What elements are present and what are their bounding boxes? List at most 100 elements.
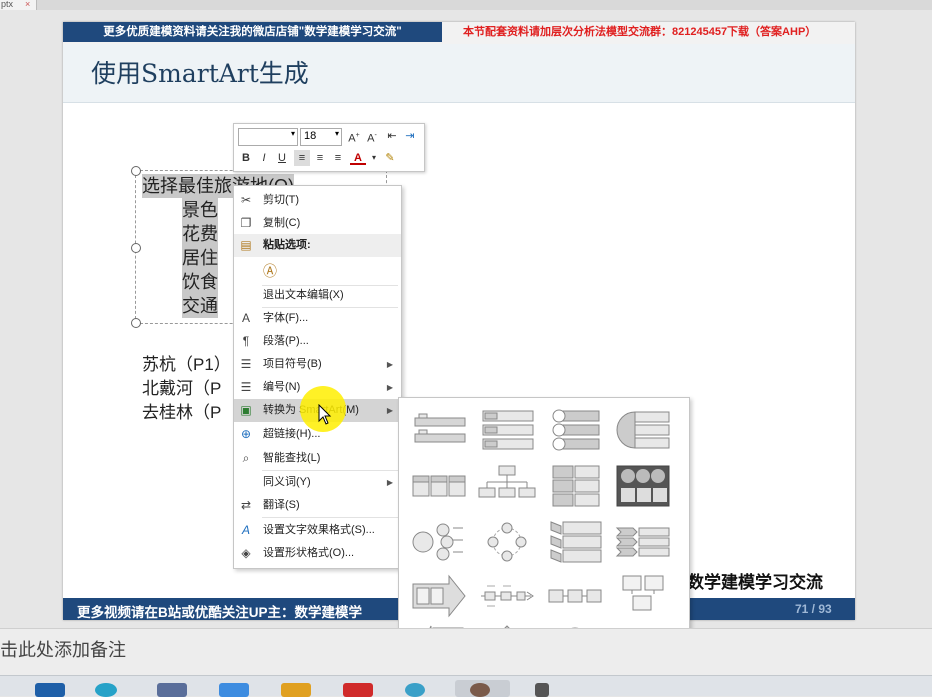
font-icon: A xyxy=(241,311,250,325)
smartart-layout-vertical-block-list-icon[interactable] xyxy=(545,464,605,508)
resize-handle[interactable] xyxy=(131,166,141,176)
notes-pane[interactable] xyxy=(0,628,932,675)
menu-item-label: 编号(N) xyxy=(263,381,301,393)
smart-lookup-icon: ⌕ xyxy=(242,451,250,465)
mini-toolbar: ▾ 18 ▾ A+ A- ⇤ ⇥ B I U ≡ ≡ ≡ A ▾ ✎ xyxy=(233,123,425,172)
italic-button[interactable]: I xyxy=(256,150,272,166)
menu-item-label: 翻译(S) xyxy=(263,499,300,511)
align-center-icon[interactable]: ≡ xyxy=(312,150,328,166)
increase-indent-icon[interactable]: ⇥ xyxy=(402,128,418,144)
smartart-layout-basic-process-icon[interactable] xyxy=(545,574,605,618)
chevron-right-icon: ▶ xyxy=(386,478,393,487)
mouse-pointer-icon xyxy=(318,404,332,425)
menu-item-cut[interactable]: ✂ 剪切(T) xyxy=(234,189,401,212)
body-line[interactable]: 去桂林（P xyxy=(142,398,221,423)
menu-item-label: 字体(F)... xyxy=(263,312,309,324)
context-menu: ✂ 剪切(T) ❐ 复制(C) ▤ 粘贴选项: Ⓐ 退出文本编辑(X) A 字体(F).… xyxy=(233,185,402,569)
taskbar xyxy=(0,675,932,697)
decrease-indent-icon[interactable]: ⇤ xyxy=(384,128,400,144)
smartart-layout-process-arrows-icon[interactable] xyxy=(409,574,469,618)
textbox-line[interactable]: 景色 xyxy=(182,198,218,222)
bold-button[interactable]: B xyxy=(238,150,254,166)
resize-handle[interactable] xyxy=(131,318,141,328)
grow-font-icon[interactable]: A+ xyxy=(346,128,362,145)
menu-item-smart-lookup[interactable]: ⌕ 智能查找(L) xyxy=(234,447,401,470)
menu-item-translate[interactable]: ⇄ 翻译(S) xyxy=(234,494,401,517)
menu-item-label: 项目符号(B) xyxy=(263,358,322,370)
menu-separator xyxy=(262,517,398,518)
menu-item-text-effects[interactable]: A 设置文字效果格式(S)... xyxy=(234,519,401,542)
smartart-layout-picture-list-icon[interactable] xyxy=(613,464,673,508)
menu-item-exit-text-edit[interactable]: 退出文本编辑(X) xyxy=(234,284,401,307)
menu-item-synonyms[interactable]: 同义词(Y) ▶ xyxy=(234,471,401,494)
menu-item-label: 设置文字效果格式(S)... xyxy=(263,524,375,536)
document-tab[interactable]: ptx × xyxy=(0,0,37,10)
resize-handle[interactable] xyxy=(131,243,141,253)
body-line[interactable]: 苏杭（P1） xyxy=(142,350,231,375)
smartart-layout-timeline-icon[interactable] xyxy=(477,574,537,618)
menu-item-label: 粘贴选项: xyxy=(263,239,311,251)
smartart-layout-basic-cycle-icon[interactable] xyxy=(477,520,537,564)
textbox-line[interactable]: 居住 xyxy=(182,246,218,270)
chevron-right-icon: ▶ xyxy=(386,406,393,415)
menu-item-label: 同义词(Y) xyxy=(263,476,311,488)
smartart-layout-horizontal-list-icon[interactable] xyxy=(409,464,469,508)
font-size-value: 18 xyxy=(304,130,317,142)
menu-item-font[interactable]: A 字体(F)... xyxy=(234,307,401,330)
slide-title[interactable]: 使用SmartArt生成 xyxy=(91,54,309,90)
smartart-layout-vertical-bullet-list-icon[interactable] xyxy=(477,408,537,452)
text-effects-icon: A xyxy=(241,523,250,537)
menu-header-paste-options: ▤ 粘贴选项: xyxy=(234,234,401,257)
font-name-box[interactable]: ▾ xyxy=(238,128,298,146)
close-tab-icon[interactable]: × xyxy=(25,0,30,9)
chevron-right-icon: ▶ xyxy=(386,360,393,369)
textbox-line[interactable]: 饮食 xyxy=(182,270,218,294)
paste-keep-text-only-button[interactable]: Ⓐ xyxy=(234,258,401,284)
banner-right-text: 本节配套资料请加层次分析法模型交流群：821245457下载（答案AHP） xyxy=(463,26,817,38)
textbox-line[interactable]: 交通 xyxy=(182,294,218,318)
smartart-layout-picture-accent-process-icon[interactable] xyxy=(613,574,673,618)
chevron-down-icon[interactable]: ▾ xyxy=(335,129,339,138)
font-size-box[interactable]: 18 ▾ xyxy=(300,128,342,146)
smartart-layout-chevron-list-icon[interactable] xyxy=(613,520,673,564)
menu-item-label: 设置形状格式(O)... xyxy=(263,547,355,559)
format-painter-icon[interactable]: ✎ xyxy=(382,150,398,166)
hyperlink-icon: ⊕ xyxy=(240,427,252,441)
smartart-layout-hierarchy-icon[interactable] xyxy=(477,464,537,508)
smartart-layout-circle-list-icon[interactable] xyxy=(545,408,605,452)
textbox-line[interactable]: 花费 xyxy=(182,222,218,246)
smartart-layout-vertical-chevron-list-icon[interactable] xyxy=(545,520,605,564)
menu-item-label: 剪切(T) xyxy=(263,194,300,206)
cut-icon: ✂ xyxy=(240,193,252,207)
page-number: 71 / 93 xyxy=(795,602,832,616)
copy-icon: ❐ xyxy=(240,216,252,230)
smartart-layout-basic-block-list-icon[interactable] xyxy=(409,408,469,452)
menu-item-copy[interactable]: ❐ 复制(C) xyxy=(234,212,401,235)
document-tab-name: ptx xyxy=(1,0,14,9)
body-line[interactable]: 北戴河（P xyxy=(142,374,221,399)
menu-item-bullets[interactable]: ☰ 项目符号(B) ▶ xyxy=(234,353,401,376)
align-left-icon[interactable]: ≡ xyxy=(294,150,310,166)
document-tab-strip xyxy=(0,0,932,10)
chevron-down-icon[interactable]: ▾ xyxy=(291,129,295,138)
shape-format-icon: ◈ xyxy=(241,546,251,560)
shrink-font-icon[interactable]: A- xyxy=(364,128,380,145)
numbering-icon: ☰ xyxy=(240,380,252,394)
menu-item-shape-format[interactable]: ◈ 设置形状格式(O)... xyxy=(234,542,401,565)
paste-text-icon: Ⓐ xyxy=(263,263,277,279)
chevron-down-icon[interactable]: ▾ xyxy=(366,150,382,166)
menu-item-paragraph[interactable]: ¶ 段落(P)... xyxy=(234,330,401,353)
underline-button[interactable]: U xyxy=(274,150,290,166)
smartart-layout-circle-process-icon[interactable] xyxy=(409,520,469,564)
bullets-icon: ☰ xyxy=(240,357,252,371)
brand-text: 数学建模学习交流 xyxy=(687,573,823,592)
smartart-layout-target-list-icon[interactable] xyxy=(613,408,673,452)
align-right-icon[interactable]: ≡ xyxy=(330,150,346,166)
menu-item-label: 智能查找(L) xyxy=(263,452,321,464)
notes-placeholder[interactable]: 击此处添加备注 xyxy=(0,636,126,662)
banner-left-text: 更多优质建模资料请关注我的微店店铺"数学建模学习交流" xyxy=(63,22,442,42)
menu-item-label: 退出文本编辑(X) xyxy=(263,289,344,301)
menu-item-label: 复制(C) xyxy=(263,217,301,229)
translate-icon: ⇄ xyxy=(240,498,252,512)
font-color-icon[interactable]: A xyxy=(350,150,366,165)
